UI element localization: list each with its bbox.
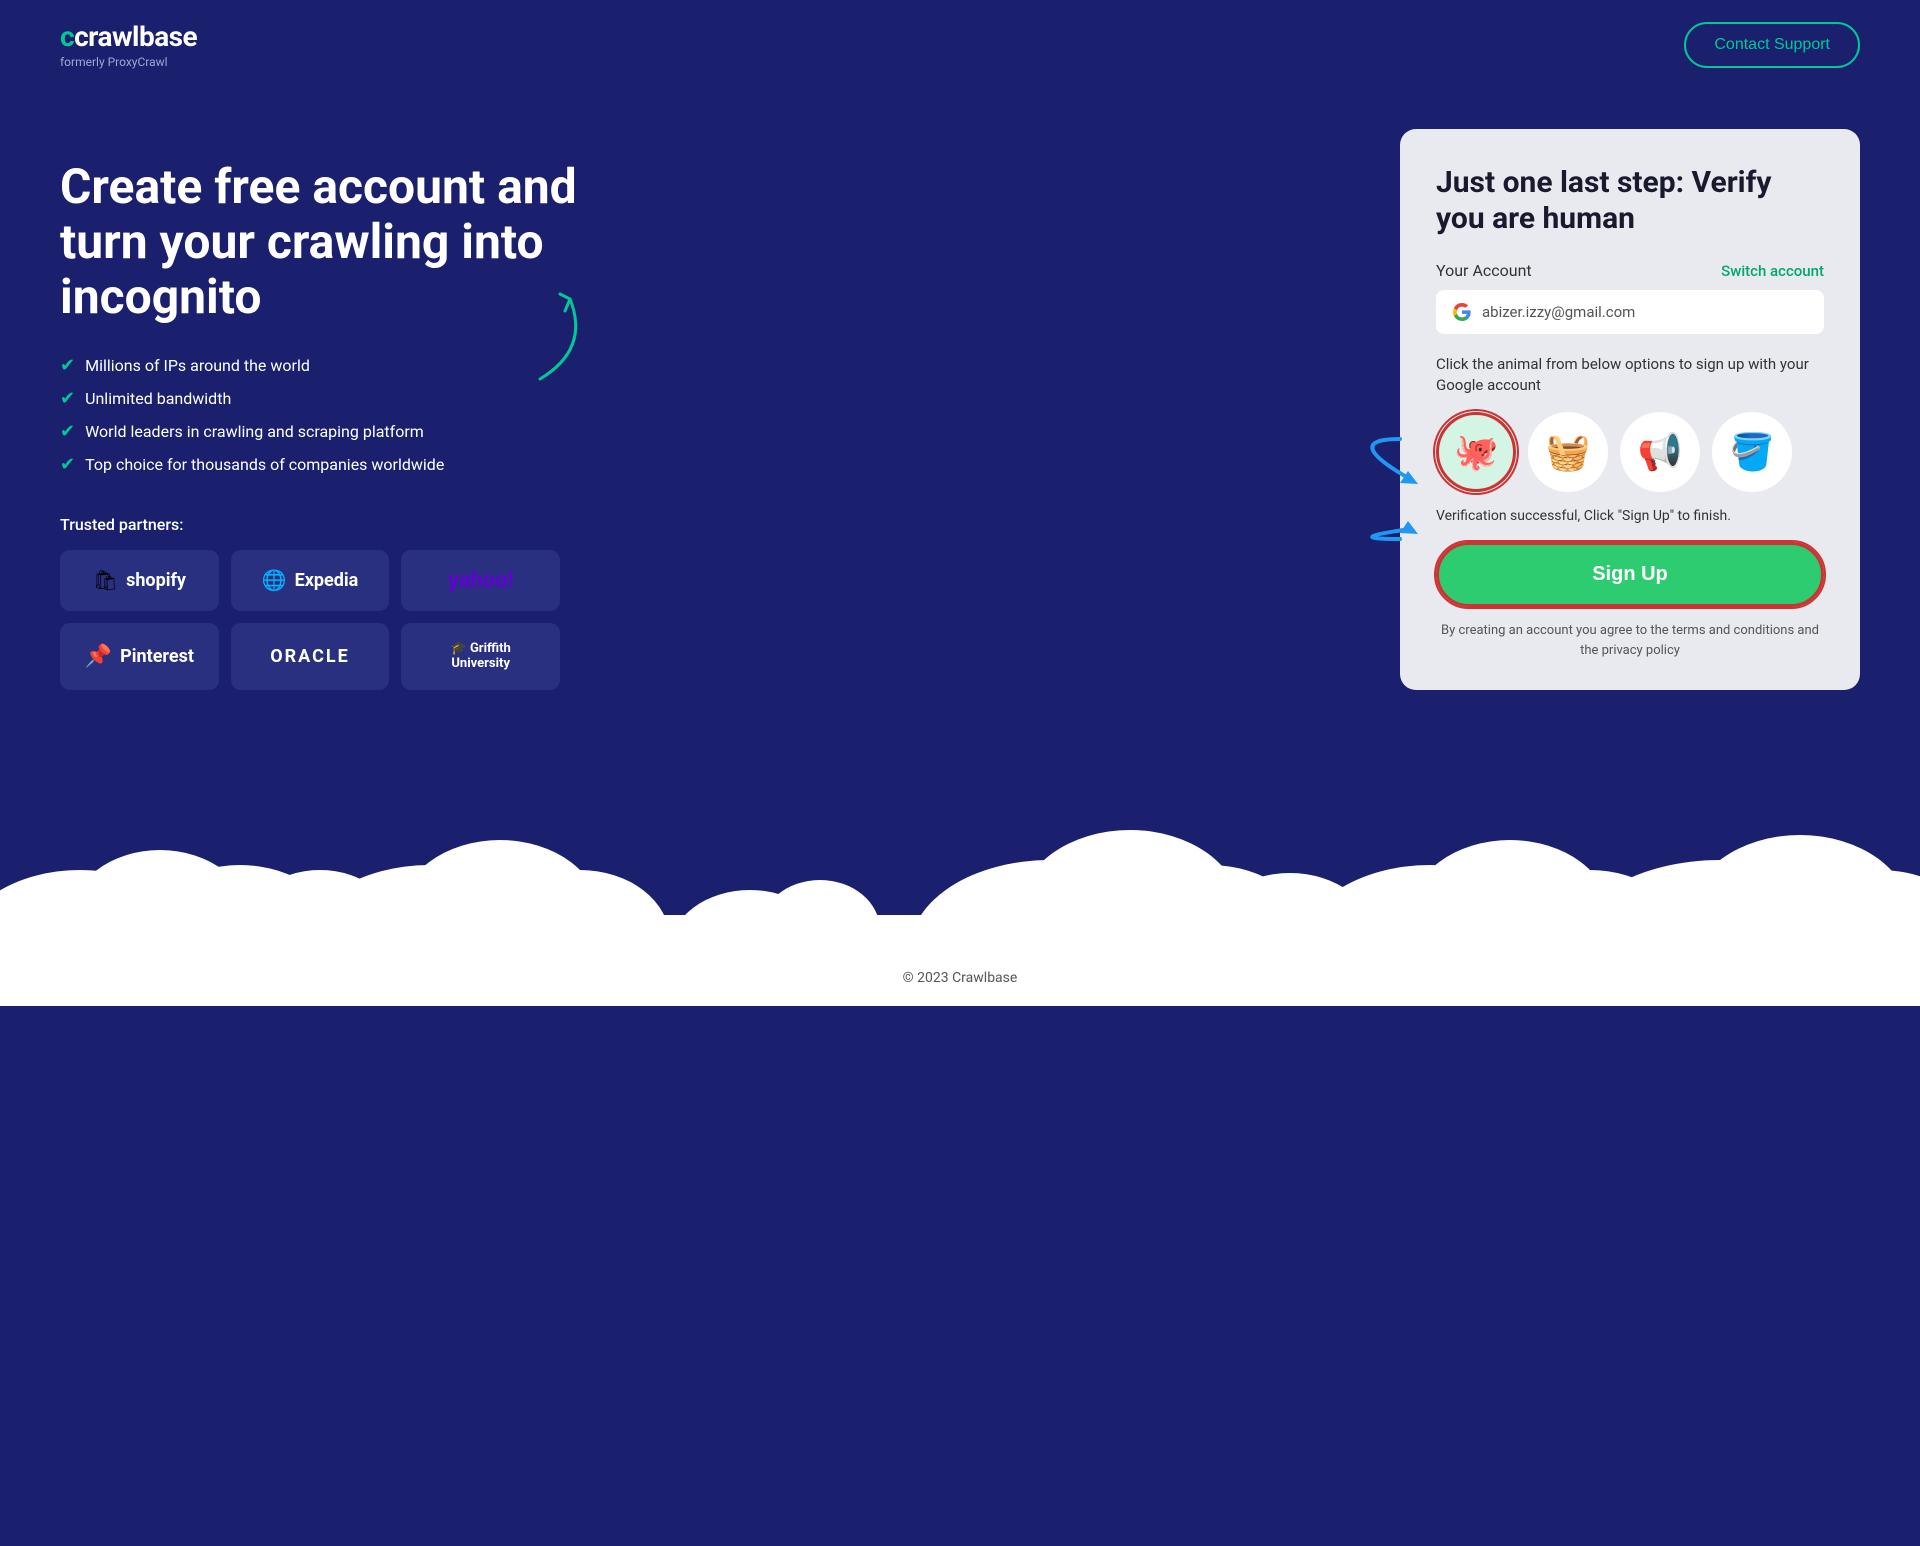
- logo-c-char: c: [60, 20, 74, 53]
- card-title: Just one last step: Verify you are human: [1436, 165, 1824, 237]
- main-content: Create free account and turn your crawli…: [0, 89, 1920, 690]
- google-icon: [1452, 302, 1472, 322]
- trusted-label: Trusted partners:: [60, 515, 620, 534]
- check-icon: ✔: [60, 355, 75, 376]
- right-panel: Just one last step: Verify you are human…: [1400, 129, 1860, 690]
- partner-name: ORACLE: [270, 646, 350, 667]
- logo-text: ccrawlbase: [60, 20, 197, 53]
- footer: © 2023 Crawlbase: [0, 950, 1920, 1006]
- partners-grid: 🛍 shopify 🌐 Expedia yahoo! 📌: [60, 550, 560, 690]
- feature-text: Unlimited bandwidth: [85, 389, 231, 408]
- verify-card: Just one last step: Verify you are human…: [1400, 129, 1860, 690]
- animal-option-basket[interactable]: 🧺: [1528, 412, 1608, 492]
- expedia-icon: 🌐: [262, 568, 287, 592]
- partner-griffith: 🎓 Griffith University: [401, 623, 560, 690]
- instruction-text: Click the animal from below options to s…: [1436, 354, 1824, 396]
- contact-support-button[interactable]: Contact Support: [1684, 22, 1860, 68]
- partner-expedia: 🌐 Expedia: [231, 550, 390, 611]
- check-icon: ✔: [60, 454, 75, 475]
- animal-option-octopus[interactable]: 🐙: [1436, 412, 1516, 492]
- blue-arrows: [1300, 379, 1420, 583]
- feature-text: World leaders in crawling and scraping p…: [85, 422, 424, 441]
- partner-name: Expedia: [295, 570, 359, 591]
- signup-button[interactable]: Sign Up: [1436, 542, 1824, 607]
- list-item: ✔ World leaders in crawling and scraping…: [60, 421, 620, 442]
- animals-row: 🐙 🧺 📢 🪣: [1436, 412, 1824, 492]
- animal-option-megaphone[interactable]: 📢: [1620, 412, 1700, 492]
- account-row: Your Account Switch account: [1436, 261, 1824, 280]
- email-text: abizer.izzy@gmail.com: [1482, 303, 1635, 321]
- check-icon: ✔: [60, 421, 75, 442]
- footer-copyright: © 2023 Crawlbase: [903, 970, 1018, 986]
- header: ccrawlbase formerly ProxyCrawl Contact S…: [0, 0, 1920, 89]
- partner-yahoo: yahoo!: [401, 550, 560, 611]
- list-item: ✔ Top choice for thousands of companies …: [60, 454, 620, 475]
- partner-name: Pinterest: [120, 646, 194, 667]
- shopify-icon: 🛍: [93, 568, 118, 592]
- check-icon: ✔: [60, 388, 75, 409]
- partner-name: yahoo!: [448, 568, 514, 593]
- left-panel: Create free account and turn your crawli…: [60, 129, 620, 690]
- clouds-decoration: [0, 730, 1920, 950]
- partner-name: shopify: [126, 570, 186, 591]
- partner-pinterest: 📌 Pinterest: [60, 623, 219, 690]
- logo-rawlbase: crawlbase: [74, 20, 197, 53]
- curvy-arrow-decoration: [530, 289, 610, 393]
- switch-account-link[interactable]: Switch account: [1721, 262, 1824, 280]
- verification-success-text: Verification successful, Click "Sign Up"…: [1436, 508, 1824, 524]
- animal-option-bucket[interactable]: 🪣: [1712, 412, 1792, 492]
- email-row: abizer.izzy@gmail.com: [1436, 290, 1824, 334]
- terms-text: By creating an account you agree to the …: [1436, 621, 1824, 660]
- partner-oracle: ORACLE: [231, 623, 390, 690]
- partner-shopify: 🛍 shopify: [60, 550, 219, 611]
- pinterest-icon: 📌: [85, 644, 112, 669]
- feature-text: Top choice for thousands of companies wo…: [85, 455, 444, 474]
- logo-subtitle: formerly ProxyCrawl: [60, 55, 197, 69]
- partner-name: 🎓 Griffith University: [421, 641, 540, 672]
- account-label: Your Account: [1436, 261, 1532, 280]
- logo: ccrawlbase formerly ProxyCrawl: [60, 20, 197, 69]
- feature-text: Millions of IPs around the world: [85, 356, 310, 375]
